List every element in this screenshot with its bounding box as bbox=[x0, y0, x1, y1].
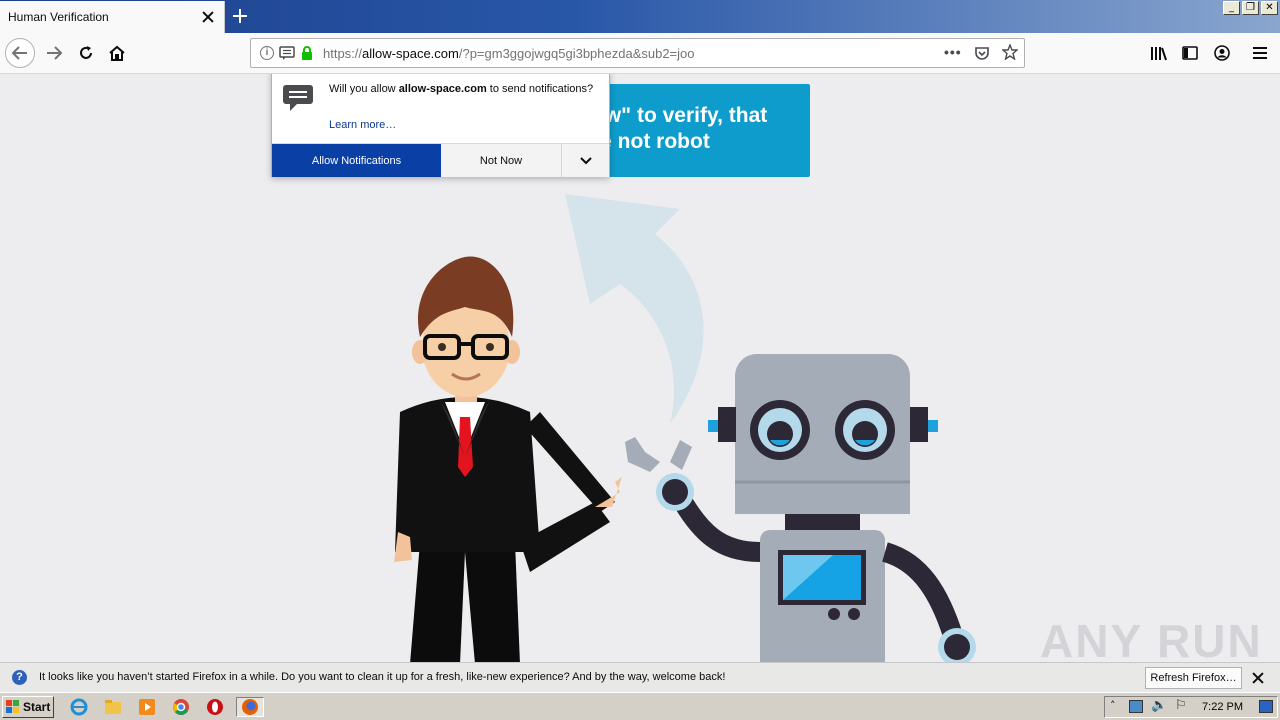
question-icon: ? bbox=[12, 670, 27, 685]
back-arrow-icon bbox=[11, 46, 27, 60]
tab-strip: Human Verification _ ❐ ✕ bbox=[0, 0, 1280, 33]
popup-message: Will you allow allow-space.com to send n… bbox=[329, 83, 594, 95]
pocket-icon[interactable] bbox=[974, 45, 990, 61]
reload-icon bbox=[80, 46, 92, 59]
taskbar: Start ˄ 🔈 ⚐ 7:22 PM bbox=[0, 692, 1280, 720]
tab-close-icon[interactable] bbox=[200, 9, 216, 25]
file-explorer-icon[interactable] bbox=[102, 697, 124, 717]
clock: 7:22 PM bbox=[1202, 701, 1243, 713]
firefox-icon bbox=[242, 699, 258, 715]
menu-icon[interactable] bbox=[1253, 46, 1267, 60]
allow-notifications-button[interactable]: Allow Notifications bbox=[272, 144, 441, 177]
firefox-taskbar-button[interactable] bbox=[236, 697, 264, 717]
window-controls: _ ❐ ✕ bbox=[1223, 1, 1278, 15]
restore-button[interactable]: ❐ bbox=[1242, 1, 1259, 15]
url-bar[interactable]: i https://allow-space.com/?p=gm3ggojwgq5… bbox=[250, 38, 1025, 68]
refresh-firefox-button[interactable]: Refresh Firefox… bbox=[1145, 667, 1242, 689]
businessman-illustration bbox=[394, 256, 622, 662]
show-desktop-icon[interactable] bbox=[1259, 700, 1273, 713]
media-player-icon[interactable] bbox=[136, 697, 158, 717]
notification-close-icon[interactable] bbox=[1250, 670, 1266, 686]
forward-button[interactable] bbox=[40, 39, 68, 67]
info-icon[interactable]: i bbox=[260, 46, 274, 60]
navigation-bar: i https://allow-space.com/?p=gm3ggojwgq5… bbox=[0, 33, 1280, 74]
notification-permission-icon[interactable] bbox=[279, 46, 295, 61]
forward-arrow-icon bbox=[47, 46, 63, 60]
notification-chat-icon bbox=[283, 85, 313, 111]
url-text[interactable]: https://allow-space.com/?p=gm3ggojwgq5gi… bbox=[323, 46, 695, 61]
notification-bar: ? It looks like you haven’t started Fire… bbox=[0, 662, 1280, 692]
learn-more-link[interactable]: Learn more… bbox=[329, 119, 396, 131]
notification-text: It looks like you haven’t started Firefo… bbox=[39, 671, 726, 683]
start-label: Start bbox=[23, 700, 51, 714]
opera-icon[interactable] bbox=[204, 697, 226, 717]
action-center-flag-icon[interactable]: ⚐ bbox=[1175, 698, 1187, 713]
minimize-button[interactable]: _ bbox=[1223, 1, 1240, 15]
ie-icon[interactable] bbox=[68, 697, 90, 717]
more-options-button[interactable] bbox=[562, 144, 609, 177]
tab-human-verification[interactable]: Human Verification bbox=[0, 1, 225, 33]
bookmark-star-icon[interactable] bbox=[1002, 44, 1018, 60]
page-actions-icon[interactable]: ••• bbox=[944, 44, 962, 60]
tab-title: Human Verification bbox=[8, 10, 109, 24]
page-content: ow" to verify, that re not robot ANY RUN… bbox=[0, 74, 1280, 662]
home-button[interactable] bbox=[103, 39, 131, 67]
chevron-down-icon bbox=[579, 156, 592, 164]
chrome-icon[interactable] bbox=[170, 697, 192, 717]
close-window-button[interactable]: ✕ bbox=[1261, 1, 1278, 15]
reload-button[interactable] bbox=[72, 39, 100, 67]
sidebar-icon[interactable] bbox=[1182, 46, 1198, 60]
library-icon[interactable] bbox=[1150, 46, 1168, 61]
account-icon[interactable] bbox=[1214, 45, 1230, 61]
windows-logo-icon bbox=[6, 700, 19, 713]
tray-expand-icon[interactable]: ˄ bbox=[1110, 699, 1116, 712]
volume-icon[interactable]: 🔈 bbox=[1151, 698, 1167, 713]
notification-permission-popup: Will you allow allow-space.com to send n… bbox=[271, 74, 610, 177]
anyrun-watermark: ANY RUN bbox=[1040, 615, 1263, 662]
popup-actions: Allow Notifications Not Now bbox=[272, 143, 609, 177]
new-tab-button[interactable] bbox=[230, 6, 250, 26]
network-icon[interactable] bbox=[1129, 700, 1143, 713]
banner-line-1: ow" to verify, that bbox=[592, 104, 768, 127]
banner-line-2: re not robot bbox=[592, 130, 710, 153]
not-now-button[interactable]: Not Now bbox=[441, 144, 562, 177]
back-button[interactable] bbox=[5, 38, 35, 68]
home-icon bbox=[109, 45, 125, 61]
lock-icon bbox=[302, 46, 312, 60]
start-button[interactable]: Start bbox=[2, 696, 54, 718]
robot-illustration bbox=[625, 354, 976, 662]
system-tray: ˄ 🔈 ⚐ 7:22 PM bbox=[1104, 696, 1278, 718]
